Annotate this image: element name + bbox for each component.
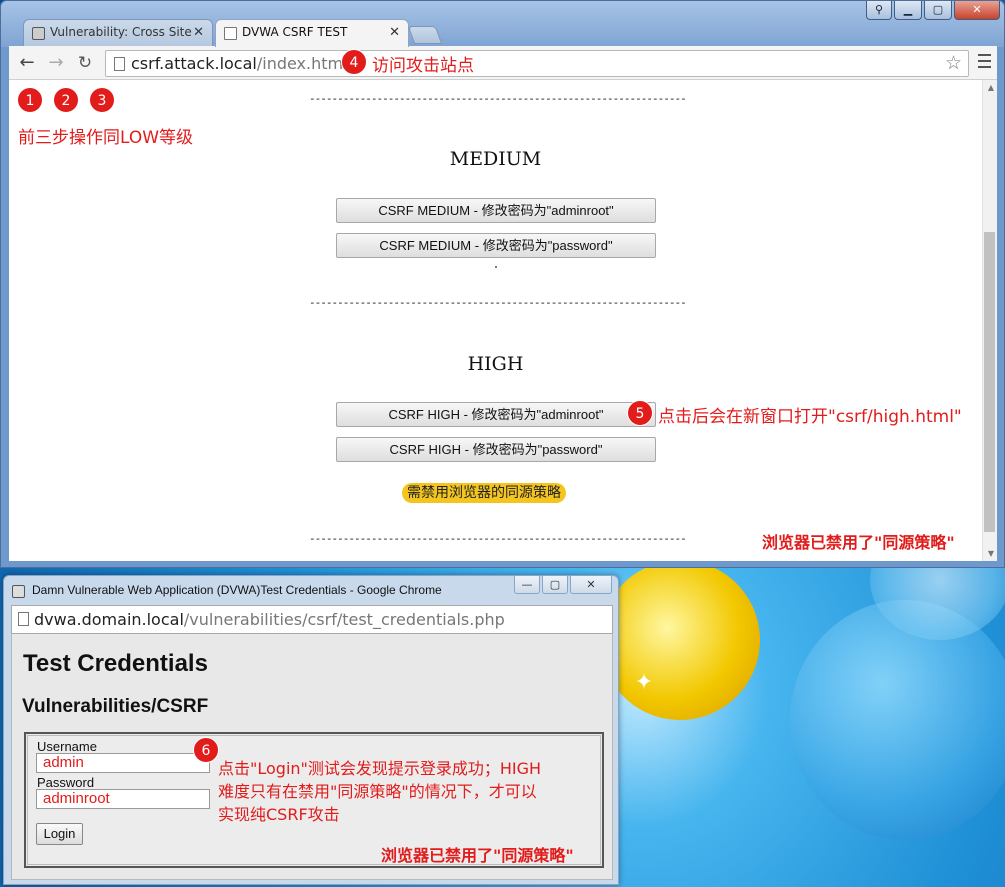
bookmark-star-icon[interactable]: ☆ — [945, 52, 962, 74]
step6-note: 点击"Login"测试会发现提示登录成功；HIGH 难度只有在禁用"同源策略"的… — [218, 757, 598, 826]
tab-title: DVWA CSRF TEST — [242, 25, 348, 39]
popup-url-path: /vulnerabilities/csrf/test_credentials.p… — [183, 610, 505, 629]
page-icon — [114, 57, 125, 71]
step5-note: 点击后会在新窗口打开"csrf/high.html" — [658, 407, 962, 427]
step6-note-line: 实现纯CSRF攻击 — [218, 805, 340, 824]
divider-line: ----------------------------------------… — [309, 296, 685, 309]
url-path: /index.html — [256, 54, 348, 73]
sop-disabled-note-popup: 浏览器已禁用了"同源策略" — [381, 846, 574, 865]
page-icon — [18, 612, 29, 626]
popup-url-host: dvwa.domain.local — [34, 610, 184, 629]
password-input[interactable]: adminroot — [36, 789, 210, 809]
steps-123-note: 前三步操作同LOW等级 — [18, 128, 194, 148]
csrf-high-password-button[interactable]: CSRF HIGH - 修改密码为"password" — [336, 437, 656, 462]
popup-maximize-button[interactable]: ▢ — [542, 576, 568, 594]
popup-title: Damn Vulnerable Web Application (DVWA)Te… — [32, 583, 442, 597]
maximize-button[interactable]: ▢ — [924, 1, 952, 20]
divider-line: ----------------------------------------… — [309, 92, 685, 105]
medium-title: MEDIUM — [449, 148, 542, 170]
dvwa-favicon-icon — [32, 27, 45, 40]
divider-line: ----------------------------------------… — [309, 532, 685, 545]
tab-vulnerability[interactable]: Vulnerability: Cross Site ✕ — [23, 19, 213, 47]
step4-note: 访问攻击站点 — [372, 56, 474, 76]
login-button[interactable]: Login — [36, 823, 83, 845]
user-profile-button[interactable]: ⚲ — [866, 1, 892, 20]
step6-note-line: 点击"Login"测试会发现提示登录成功；HIGH — [218, 759, 542, 778]
minimize-button[interactable]: ▁ — [894, 1, 922, 20]
popup-window-controls: — ▢ ✕ — [514, 576, 612, 594]
popup-titlebar: Damn Vulnerable Web Application (DVWA)Te… — [4, 576, 618, 604]
vertical-scrollbar[interactable]: ▲ ▼ — [982, 80, 997, 561]
password-label: Password — [37, 775, 95, 790]
username-input[interactable]: admin — [36, 753, 210, 773]
step-badge-5: 5 — [627, 400, 653, 426]
page-subtitle: Vulnerabilities/CSRF — [22, 696, 209, 717]
dvwa-favicon-icon — [12, 585, 25, 598]
popup-close-button[interactable]: ✕ — [570, 576, 612, 594]
scroll-down-icon[interactable]: ▼ — [988, 549, 994, 558]
popup-browser-window: Damn Vulnerable Web Application (DVWA)Te… — [3, 575, 619, 885]
small-dot — [495, 266, 497, 268]
step-badge-1: 1 — [17, 87, 43, 113]
step-badge-3: 3 — [89, 87, 115, 113]
url-text: csrf.attack.local/index.html — [131, 54, 348, 73]
main-browser-window: ⚲ ▁ ▢ ✕ Vulnerability: Cross Site ✕ DVWA… — [0, 0, 1005, 568]
reload-icon[interactable]: ↻ — [74, 52, 96, 74]
step6-note-line: 难度只有在禁用"同源策略"的情况下，才可以 — [218, 782, 537, 801]
scroll-up-icon[interactable]: ▲ — [988, 83, 994, 92]
page-favicon-icon — [224, 27, 237, 40]
scroll-thumb[interactable] — [984, 232, 995, 532]
popup-minimize-button[interactable]: — — [514, 576, 540, 594]
page-title: Test Credentials — [23, 650, 208, 677]
forward-arrow-icon[interactable]: → — [45, 52, 67, 74]
window-controls: ⚲ ▁ ▢ ✕ — [866, 1, 1000, 21]
csrf-high-adminroot-button[interactable]: CSRF HIGH - 修改密码为"adminroot" — [336, 402, 656, 427]
step-badge-4: 4 — [341, 49, 367, 75]
same-origin-tag: 需禁用浏览器的同源策略 — [402, 483, 566, 503]
tab-close-icon[interactable]: ✕ — [193, 25, 204, 40]
url-host: csrf.attack.local — [131, 54, 257, 73]
popup-address-bar[interactable]: dvwa.domain.local/vulnerabilities/csrf/t… — [11, 605, 613, 634]
sparkle-icon: ✦ — [634, 670, 654, 695]
sop-disabled-note-main: 浏览器已禁用了"同源策略" — [762, 533, 955, 552]
tab-close-icon[interactable]: ✕ — [389, 25, 400, 40]
close-window-button[interactable]: ✕ — [954, 1, 1000, 20]
username-label: Username — [37, 739, 97, 754]
csrf-medium-password-button[interactable]: CSRF MEDIUM - 修改密码为"password" — [336, 233, 656, 258]
browser-toolbar: ← → ↻ csrf.attack.local/index.html ☆ — [9, 46, 997, 80]
high-title: HIGH — [467, 353, 524, 375]
step-badge-2: 2 — [53, 87, 79, 113]
popup-url-text: dvwa.domain.local/vulnerabilities/csrf/t… — [34, 610, 505, 629]
tab-title: Vulnerability: Cross Site — [50, 25, 192, 39]
csrf-medium-adminroot-button[interactable]: CSRF MEDIUM - 修改密码为"adminroot" — [336, 198, 656, 223]
back-arrow-icon[interactable]: ← — [16, 52, 38, 74]
step-badge-6: 6 — [193, 737, 219, 763]
chrome-menu-icon[interactable] — [978, 54, 991, 68]
address-bar[interactable]: csrf.attack.local/index.html ☆ — [105, 50, 969, 77]
wallpaper-blue-shape — [790, 600, 1005, 840]
tab-dvwa-csrf-test[interactable]: DVWA CSRF TEST ✕ — [215, 19, 409, 47]
page-viewport: ----------------------------------------… — [9, 80, 997, 561]
